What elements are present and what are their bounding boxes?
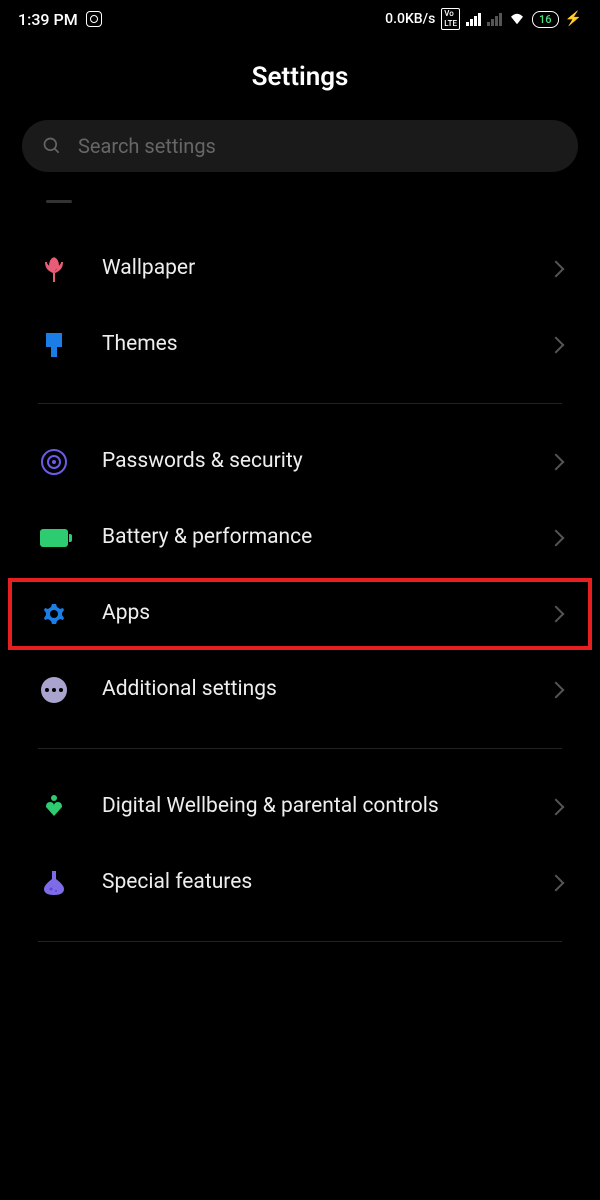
partial-item-stub [46, 200, 72, 203]
volte-icon: VoLTE [441, 8, 460, 30]
settings-group: Digital Wellbeing & parental controls Sp… [0, 749, 600, 941]
settings-item-label: Passwords & security [102, 448, 518, 475]
chevron-right-icon [548, 606, 565, 623]
search-icon [42, 136, 62, 156]
status-bar: 1:39 PM 0.0KB/s VoLTE 16 ⚡ [0, 0, 600, 38]
chevron-right-icon [548, 799, 565, 816]
signal-icon-secondary [487, 12, 502, 26]
tulip-icon [38, 253, 70, 285]
status-time: 1:39 PM [18, 10, 78, 29]
settings-item-label: Digital Wellbeing & parental controls [102, 793, 518, 820]
page-title: Settings [0, 38, 600, 120]
settings-item-label: Themes [102, 331, 518, 358]
settings-item-label: Special features [102, 869, 518, 896]
brush-icon [38, 329, 70, 361]
wifi-icon [508, 12, 526, 26]
settings-item-additional-settings[interactable]: Additional settings [0, 652, 600, 728]
chevron-right-icon [548, 454, 565, 471]
settings-item-special-features[interactable]: Special features [0, 845, 600, 921]
settings-item-passwords-security[interactable]: Passwords & security [0, 424, 600, 500]
more-icon [38, 674, 70, 706]
group-divider [38, 941, 562, 942]
chevron-right-icon [548, 682, 565, 699]
settings-item-digital-wellbeing[interactable]: Digital Wellbeing & parental controls [0, 769, 600, 845]
chevron-right-icon [548, 261, 565, 278]
chevron-right-icon [548, 875, 565, 892]
battery-icon [38, 522, 70, 554]
instagram-icon [86, 11, 102, 27]
settings-item-wallpaper[interactable]: Wallpaper [0, 231, 600, 307]
settings-item-label: Apps [102, 600, 518, 627]
settings-item-battery-performance[interactable]: Battery & performance [0, 500, 600, 576]
settings-content: Wallpaper Themes Passwords & security Ba… [0, 172, 600, 942]
chevron-right-icon [548, 337, 565, 354]
fingerprint-icon [38, 446, 70, 478]
signal-icon [466, 12, 481, 26]
search-input[interactable]: Search settings [22, 120, 578, 172]
status-left: 1:39 PM [18, 10, 102, 29]
status-data-rate: 0.0KB/s [385, 11, 435, 27]
chevron-right-icon [548, 530, 565, 547]
settings-item-apps[interactable]: Apps [6, 576, 594, 652]
flask-icon [38, 867, 70, 899]
settings-item-label: Battery & performance [102, 524, 518, 551]
gear-icon [38, 598, 70, 630]
settings-group: Passwords & security Battery & performan… [0, 404, 600, 748]
settings-item-label: Additional settings [102, 676, 518, 703]
settings-item-label: Wallpaper [102, 255, 518, 282]
heart-icon [38, 791, 70, 823]
charging-icon: ⚡ [565, 11, 582, 27]
battery-icon: 16 [532, 11, 559, 28]
search-placeholder: Search settings [78, 134, 216, 158]
settings-item-themes[interactable]: Themes [0, 307, 600, 383]
settings-group: Wallpaper Themes [0, 211, 600, 403]
status-right: 0.0KB/s VoLTE 16 ⚡ [385, 8, 582, 30]
